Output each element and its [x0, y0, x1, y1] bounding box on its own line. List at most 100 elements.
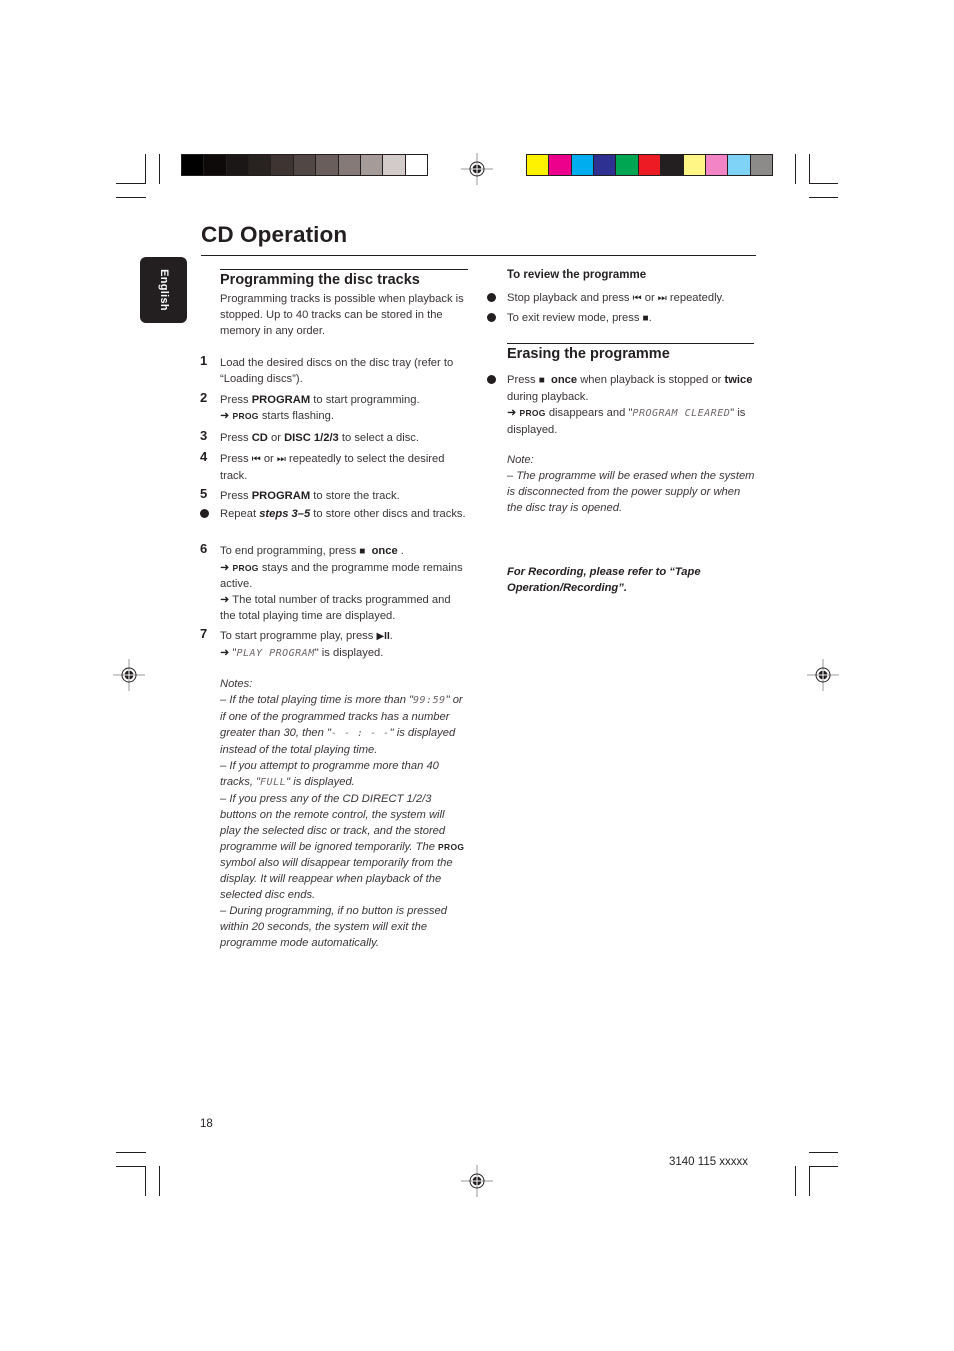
process-color-swatch — [571, 155, 595, 175]
process-color-swatch — [750, 155, 772, 175]
bullet-icon — [487, 375, 496, 384]
lcd-text: - - : - - — [330, 728, 390, 739]
registration-mark-icon — [461, 153, 493, 185]
section-heading-programming: Programming the disc tracks — [220, 272, 420, 288]
step-number: 1 — [200, 353, 208, 368]
grayscale-swatch — [226, 155, 250, 175]
page-title: CD Operation — [201, 222, 348, 247]
process-color-swatch — [728, 155, 751, 175]
step-text: Press PROGRAM to start programming. ➜ PR… — [220, 394, 420, 422]
programming-intro: Programming tracks is possible when play… — [220, 293, 464, 337]
arrow-icon: ➜ — [220, 647, 230, 659]
crop-mark — [159, 154, 160, 184]
process-color-bar — [526, 154, 773, 176]
crop-mark — [809, 154, 810, 184]
crop-mark — [795, 154, 796, 184]
grayscale-swatch — [293, 155, 317, 175]
step-text: Press CD or DISC 1/2/3 to select a disc. — [220, 432, 420, 444]
step-number: 4 — [200, 449, 208, 464]
crop-mark — [145, 154, 146, 184]
erasing-item: Press ■ once when playback is stopped or… — [507, 374, 753, 436]
step-number: 3 — [200, 428, 208, 443]
grayscale-swatch — [249, 155, 272, 175]
process-color-swatch — [527, 155, 550, 175]
lcd-text: PROGRAM CLEARED — [632, 408, 731, 419]
crop-mark — [145, 1166, 146, 1196]
next-track-icon: ⏭ — [276, 454, 286, 465]
bullet-icon — [487, 293, 496, 302]
language-tab: English — [140, 257, 187, 323]
step-text: To start programme play, press ▶II. ➜ "P… — [220, 630, 393, 659]
process-color-swatch — [683, 155, 706, 175]
crop-mark — [809, 1152, 838, 1153]
arrow-icon: ➜ — [507, 407, 517, 419]
document-code: 3140 115 xxxxx — [669, 1156, 749, 1168]
step-text: Repeat steps 3–5 to store other discs an… — [220, 508, 466, 520]
process-color-swatch — [661, 155, 684, 175]
grayscale-swatch — [383, 155, 406, 175]
step-number: 6 — [200, 541, 208, 556]
crop-mark — [116, 197, 146, 198]
prog-indicator: PROG — [232, 563, 259, 573]
subheading-review: To review the programme — [507, 269, 647, 281]
grayscale-swatch — [271, 155, 294, 175]
arrow-icon: ➜ — [220, 410, 230, 422]
prog-indicator: PROG — [519, 408, 546, 418]
bullet-icon — [487, 313, 496, 322]
crop-mark — [116, 1152, 146, 1153]
step-number: 5 — [200, 486, 208, 501]
grayscale-swatch — [338, 155, 361, 175]
arrow-icon: ➜ — [220, 562, 230, 574]
process-color-swatch — [549, 155, 572, 175]
lcd-text: 99:59 — [413, 695, 446, 706]
section-divider — [220, 269, 468, 270]
registration-mark-icon — [461, 1165, 493, 1197]
previous-track-icon: ⏮ — [632, 293, 642, 304]
crop-mark — [116, 1166, 146, 1167]
prog-indicator: PROG — [232, 411, 259, 421]
registration-mark-icon — [113, 659, 145, 691]
grayscale-swatch — [360, 155, 384, 175]
step-text: Press ⏮ or ⏭ repeatedly to select the de… — [220, 453, 445, 482]
crop-mark — [809, 183, 838, 184]
notes-label: Notes: — [220, 678, 253, 690]
page-number: 18 — [200, 1118, 213, 1130]
step-number: 2 — [200, 390, 208, 405]
process-color-swatch — [594, 155, 617, 175]
title-divider — [201, 255, 756, 256]
step-text: Press PROGRAM to store the track. — [220, 490, 400, 502]
lcd-text: PLAY PROGRAM — [236, 648, 315, 659]
note-label: Note: — [507, 454, 534, 466]
grayscale-swatch — [405, 155, 427, 175]
review-item: To exit review mode, press ■. — [507, 312, 652, 324]
crop-mark — [795, 1166, 796, 1196]
next-track-icon: ⏭ — [657, 293, 667, 304]
bullet-icon — [200, 509, 209, 518]
grayscale-swatch — [182, 155, 205, 175]
section-heading-erasing: Erasing the programme — [507, 346, 670, 362]
play-pause-icon: ▶II — [376, 631, 390, 642]
note-body: – The programme will be erased when the … — [507, 470, 755, 514]
step-text: Load the desired discs on the disc tray … — [220, 357, 454, 385]
prog-indicator: PROG — [438, 842, 465, 852]
stop-icon: ■ — [359, 546, 366, 557]
process-color-swatch — [705, 155, 729, 175]
crop-mark — [809, 197, 838, 198]
crop-mark — [159, 1166, 160, 1196]
registration-mark-icon — [807, 659, 839, 691]
arrow-icon: ➜ — [220, 594, 230, 606]
step-number: 7 — [200, 626, 208, 641]
process-color-swatch — [616, 155, 639, 175]
step-text: To end programming, press ■ once . ➜ PRO… — [220, 545, 463, 622]
previous-track-icon: ⏮ — [251, 454, 261, 465]
review-item: Stop playback and press ⏮ or ⏭ repeatedl… — [507, 292, 725, 304]
crop-mark — [809, 1166, 810, 1196]
process-color-swatch — [638, 155, 662, 175]
grayscale-color-bar — [181, 154, 428, 176]
language-tab-label: English — [157, 269, 170, 311]
grayscale-swatch — [316, 155, 339, 175]
stop-icon: ■ — [538, 375, 545, 386]
section-divider — [507, 343, 754, 344]
crop-mark — [809, 1166, 838, 1167]
crop-mark — [116, 183, 146, 184]
